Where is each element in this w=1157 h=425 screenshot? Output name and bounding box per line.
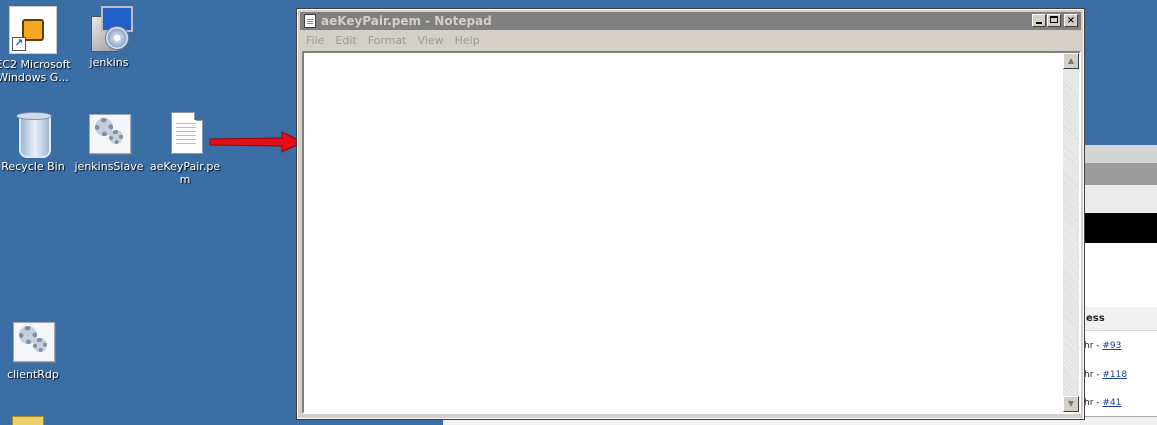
minimize-icon: [1036, 22, 1042, 24]
recycle-bin-icon: [9, 110, 57, 158]
scroll-up-icon: ▲: [1067, 56, 1075, 65]
text-editor-area[interactable]: ▲ ▼: [302, 51, 1081, 414]
desktop-icon-jenkins[interactable]: jenkins: [70, 6, 148, 69]
scroll-up-button[interactable]: ▲: [1063, 53, 1079, 69]
maximize-button[interactable]: [1047, 14, 1061, 27]
annotation-arrow-icon: [209, 131, 305, 153]
menu-edit[interactable]: Edit: [329, 31, 361, 50]
title-bar[interactable]: aeKeyPair.pem - Notepad ×: [300, 12, 1081, 30]
build-row: hr - #118: [1084, 370, 1128, 380]
desktop-icon-label: jenkins: [89, 56, 129, 69]
desktop-icon-label: EC2 Microsoft Windows G...: [0, 58, 71, 84]
close-icon: ×: [1066, 15, 1076, 26]
build-link[interactable]: #41: [1102, 398, 1121, 408]
build-link[interactable]: #118: [1102, 370, 1127, 380]
menu-help[interactable]: Help: [449, 31, 485, 50]
menu-bar: File Edit Format View Help: [300, 31, 1081, 50]
desktop-icon-clientrdp[interactable]: clientRdp: [0, 318, 72, 381]
minimize-button[interactable]: [1032, 14, 1046, 27]
ec2-shortcut-icon: ↗: [9, 6, 57, 54]
desktop-icon-label: jenkinsSlave: [74, 160, 144, 173]
desktop-icon-recycle-bin[interactable]: Recycle Bin: [0, 110, 72, 173]
scroll-down-button[interactable]: ▼: [1063, 396, 1079, 412]
menu-file[interactable]: File: [300, 31, 329, 50]
text-file-icon: [161, 110, 209, 156]
desktop-icon-label: Recycle Bin: [1, 160, 65, 173]
window-title: aeKeyPair.pem - Notepad: [321, 14, 492, 28]
desktop-icon-jenkinsslave[interactable]: jenkinsSlave: [70, 110, 148, 173]
installer-icon: [85, 6, 133, 52]
notepad-window[interactable]: aeKeyPair.pem - Notepad × File Edit Format…: [296, 8, 1085, 420]
config-gear-icon: [9, 318, 57, 364]
desktop-icon-label: clientRdp: [7, 368, 59, 381]
desktop-icon-ec2[interactable]: ↗ EC2 Microsoft Windows G...: [0, 6, 72, 84]
build-row: hr - #41: [1084, 398, 1122, 408]
maximize-icon: [1050, 16, 1058, 23]
notepad-icon[interactable]: [304, 14, 316, 28]
menu-view[interactable]: View: [412, 31, 449, 50]
build-link[interactable]: #93: [1102, 341, 1121, 351]
build-row: hr - #93: [1084, 341, 1122, 351]
scroll-down-icon: ▼: [1067, 399, 1075, 408]
config-gear-icon: [85, 110, 133, 156]
desktop-icon-label: aeKeyPair.pem: [149, 160, 221, 186]
vertical-scrollbar[interactable]: ▲ ▼: [1063, 53, 1079, 412]
menu-format[interactable]: Format: [362, 31, 412, 50]
close-button[interactable]: ×: [1064, 14, 1078, 27]
editor-content[interactable]: [306, 55, 1061, 410]
